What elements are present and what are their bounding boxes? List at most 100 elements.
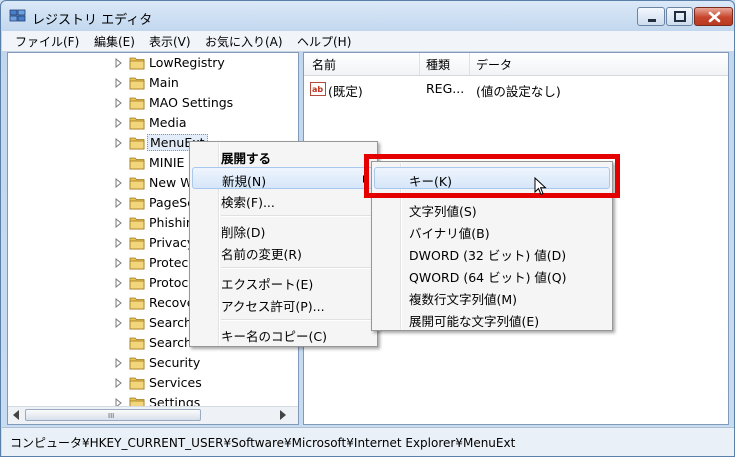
folder-icon xyxy=(129,177,145,190)
context-menu-item-label: キー名のコピー(C) xyxy=(221,329,327,344)
submenu-item[interactable]: 複数行文字列値(M) xyxy=(374,286,610,308)
tree-item[interactable]: LowRegistry xyxy=(8,53,298,73)
tree-item-label: MINIE xyxy=(149,155,185,170)
expand-arrow-icon[interactable] xyxy=(115,118,123,128)
context-menu-item-label: エクスポート(E) xyxy=(221,277,314,292)
expand-arrow-icon[interactable] xyxy=(115,378,123,388)
context-menu-item-label: 名前の変更(R) xyxy=(221,247,302,262)
submenu-item[interactable]: バイナリ値(B) xyxy=(374,220,610,242)
tree-item-label: Services xyxy=(149,375,202,390)
context-menu-item[interactable]: 検索(F)... xyxy=(192,189,375,211)
column-name[interactable]: 名前 xyxy=(312,56,336,73)
expand-arrow-icon[interactable] xyxy=(115,198,123,208)
value-name[interactable]: (既定) xyxy=(328,81,363,100)
maximize-button[interactable] xyxy=(666,7,693,26)
expand-arrow-icon[interactable] xyxy=(115,358,123,368)
expand-arrow-icon[interactable] xyxy=(115,278,123,288)
expand-arrow-icon[interactable] xyxy=(115,98,123,108)
menu-favorites[interactable]: お気に入り(A) xyxy=(205,33,283,50)
tree-item-label: Recove xyxy=(149,295,195,310)
string-value-icon: ab xyxy=(310,82,326,96)
tree-item-label: Search xyxy=(149,315,192,330)
submenu-item[interactable]: 展開可能な文字列値(E) xyxy=(374,308,610,330)
folder-icon xyxy=(129,197,145,210)
scroll-left-arrow-icon[interactable] xyxy=(13,410,19,420)
folder-icon xyxy=(129,337,145,350)
menu-help[interactable]: ヘルプ(H) xyxy=(297,33,351,50)
context-menu-item[interactable]: アクセス許可(P)... xyxy=(192,293,375,315)
tree-item-label: Main xyxy=(149,75,179,90)
submenu-item-label: 展開可能な文字列値(E) xyxy=(409,314,540,329)
menu-view[interactable]: 表示(V) xyxy=(149,33,191,50)
tree-horizontal-scrollbar[interactable]: III xyxy=(8,406,298,424)
context-menu-item-label: 新規(N) xyxy=(222,174,267,189)
submenu-item[interactable]: QWORD (64 ビット) 値(Q) xyxy=(374,264,610,286)
expand-arrow-icon[interactable] xyxy=(115,78,123,88)
folder-icon xyxy=(129,237,145,250)
folder-icon xyxy=(129,297,145,310)
minimize-icon xyxy=(648,19,656,22)
expand-arrow-icon[interactable] xyxy=(115,318,123,328)
expand-arrow-icon[interactable] xyxy=(115,58,123,68)
folder-icon xyxy=(129,117,145,130)
expand-arrow-icon[interactable] xyxy=(115,298,123,308)
folder-icon xyxy=(129,77,145,90)
title-bar[interactable]: レジストリ エディタ xyxy=(1,1,734,31)
mouse-cursor-icon xyxy=(534,177,547,196)
context-menu-item-label: 展開する xyxy=(221,151,272,166)
tree-item-label: New W xyxy=(149,175,193,190)
expand-arrow-icon[interactable] xyxy=(115,238,123,248)
context-menu-item[interactable]: 削除(D) xyxy=(192,219,375,241)
scroll-right-arrow-icon[interactable] xyxy=(280,410,286,420)
scroll-thumb[interactable]: III xyxy=(25,409,201,421)
menu-separator xyxy=(221,319,373,321)
tree-item[interactable]: Media xyxy=(8,113,298,133)
submenu-item-label: QWORD (64 ビット) 値(Q) xyxy=(409,270,567,285)
list-header: 名前 種類 データ xyxy=(304,53,728,76)
value-type: REG... xyxy=(426,81,465,96)
tree-item[interactable]: Security xyxy=(8,353,298,373)
submenu-item[interactable]: DWORD (32 ビット) 値(D) xyxy=(374,242,610,264)
menu-separator xyxy=(221,215,373,217)
folder-icon xyxy=(129,217,145,230)
context-menu-item[interactable]: エクスポート(E) xyxy=(192,271,375,293)
tree-item-label: Search xyxy=(149,335,192,350)
expand-arrow-icon[interactable] xyxy=(115,258,123,268)
tree-item[interactable]: MAO Settings xyxy=(8,93,298,113)
expand-arrow-icon[interactable] xyxy=(115,138,123,148)
context-menu-item[interactable]: 新規(N) xyxy=(192,167,375,189)
folder-icon xyxy=(129,357,145,370)
submenu-item-label: 複数行文字列値(M) xyxy=(409,292,518,307)
folder-icon xyxy=(129,317,145,330)
tree-item[interactable]: Main xyxy=(8,73,298,93)
context-menu-item[interactable]: 展開する xyxy=(192,145,375,167)
tree-item-label: Protoc xyxy=(149,275,189,290)
menu-edit[interactable]: 編集(E) xyxy=(94,33,135,50)
close-button[interactable] xyxy=(694,7,733,26)
minimize-button[interactable] xyxy=(637,7,665,26)
context-menu-item[interactable]: キー名のコピー(C) xyxy=(192,323,375,345)
column-divider[interactable] xyxy=(419,53,420,75)
status-bar: コンピュータ¥HKEY_CURRENT_USER¥Software¥Micros… xyxy=(2,427,734,456)
menu-file[interactable]: ファイル(F) xyxy=(15,33,79,50)
window-title: レジストリ エディタ xyxy=(32,13,153,28)
folder-icon xyxy=(129,277,145,290)
column-type[interactable]: 種類 xyxy=(426,56,450,73)
context-menu-item-label: 検索(F)... xyxy=(221,195,275,210)
column-data[interactable]: データ xyxy=(476,56,512,73)
submenu-item[interactable]: 文字列値(S) xyxy=(374,198,610,220)
column-divider[interactable] xyxy=(469,53,470,75)
maximize-icon xyxy=(674,11,686,22)
context-menu: 展開する新規(N) 検索(F)... 削除(D) 名前の変更(R) エクスポート(E) ア… xyxy=(189,141,378,347)
folder-icon xyxy=(129,257,145,270)
expand-arrow-icon[interactable] xyxy=(115,178,123,188)
tree-item-label: Media xyxy=(149,115,187,130)
submenu-item-label: バイナリ値(B) xyxy=(409,226,490,241)
tree-item-label: LowRegistry xyxy=(149,55,225,70)
context-menu-item[interactable]: 名前の変更(R) xyxy=(192,241,375,263)
expand-arrow-icon[interactable] xyxy=(115,218,123,228)
scroll-grip: III xyxy=(108,412,115,420)
context-menu-item-label: 削除(D) xyxy=(221,225,266,240)
submenu-item-label: DWORD (32 ビット) 値(D) xyxy=(409,248,567,263)
tree-item[interactable]: Services xyxy=(8,373,298,393)
